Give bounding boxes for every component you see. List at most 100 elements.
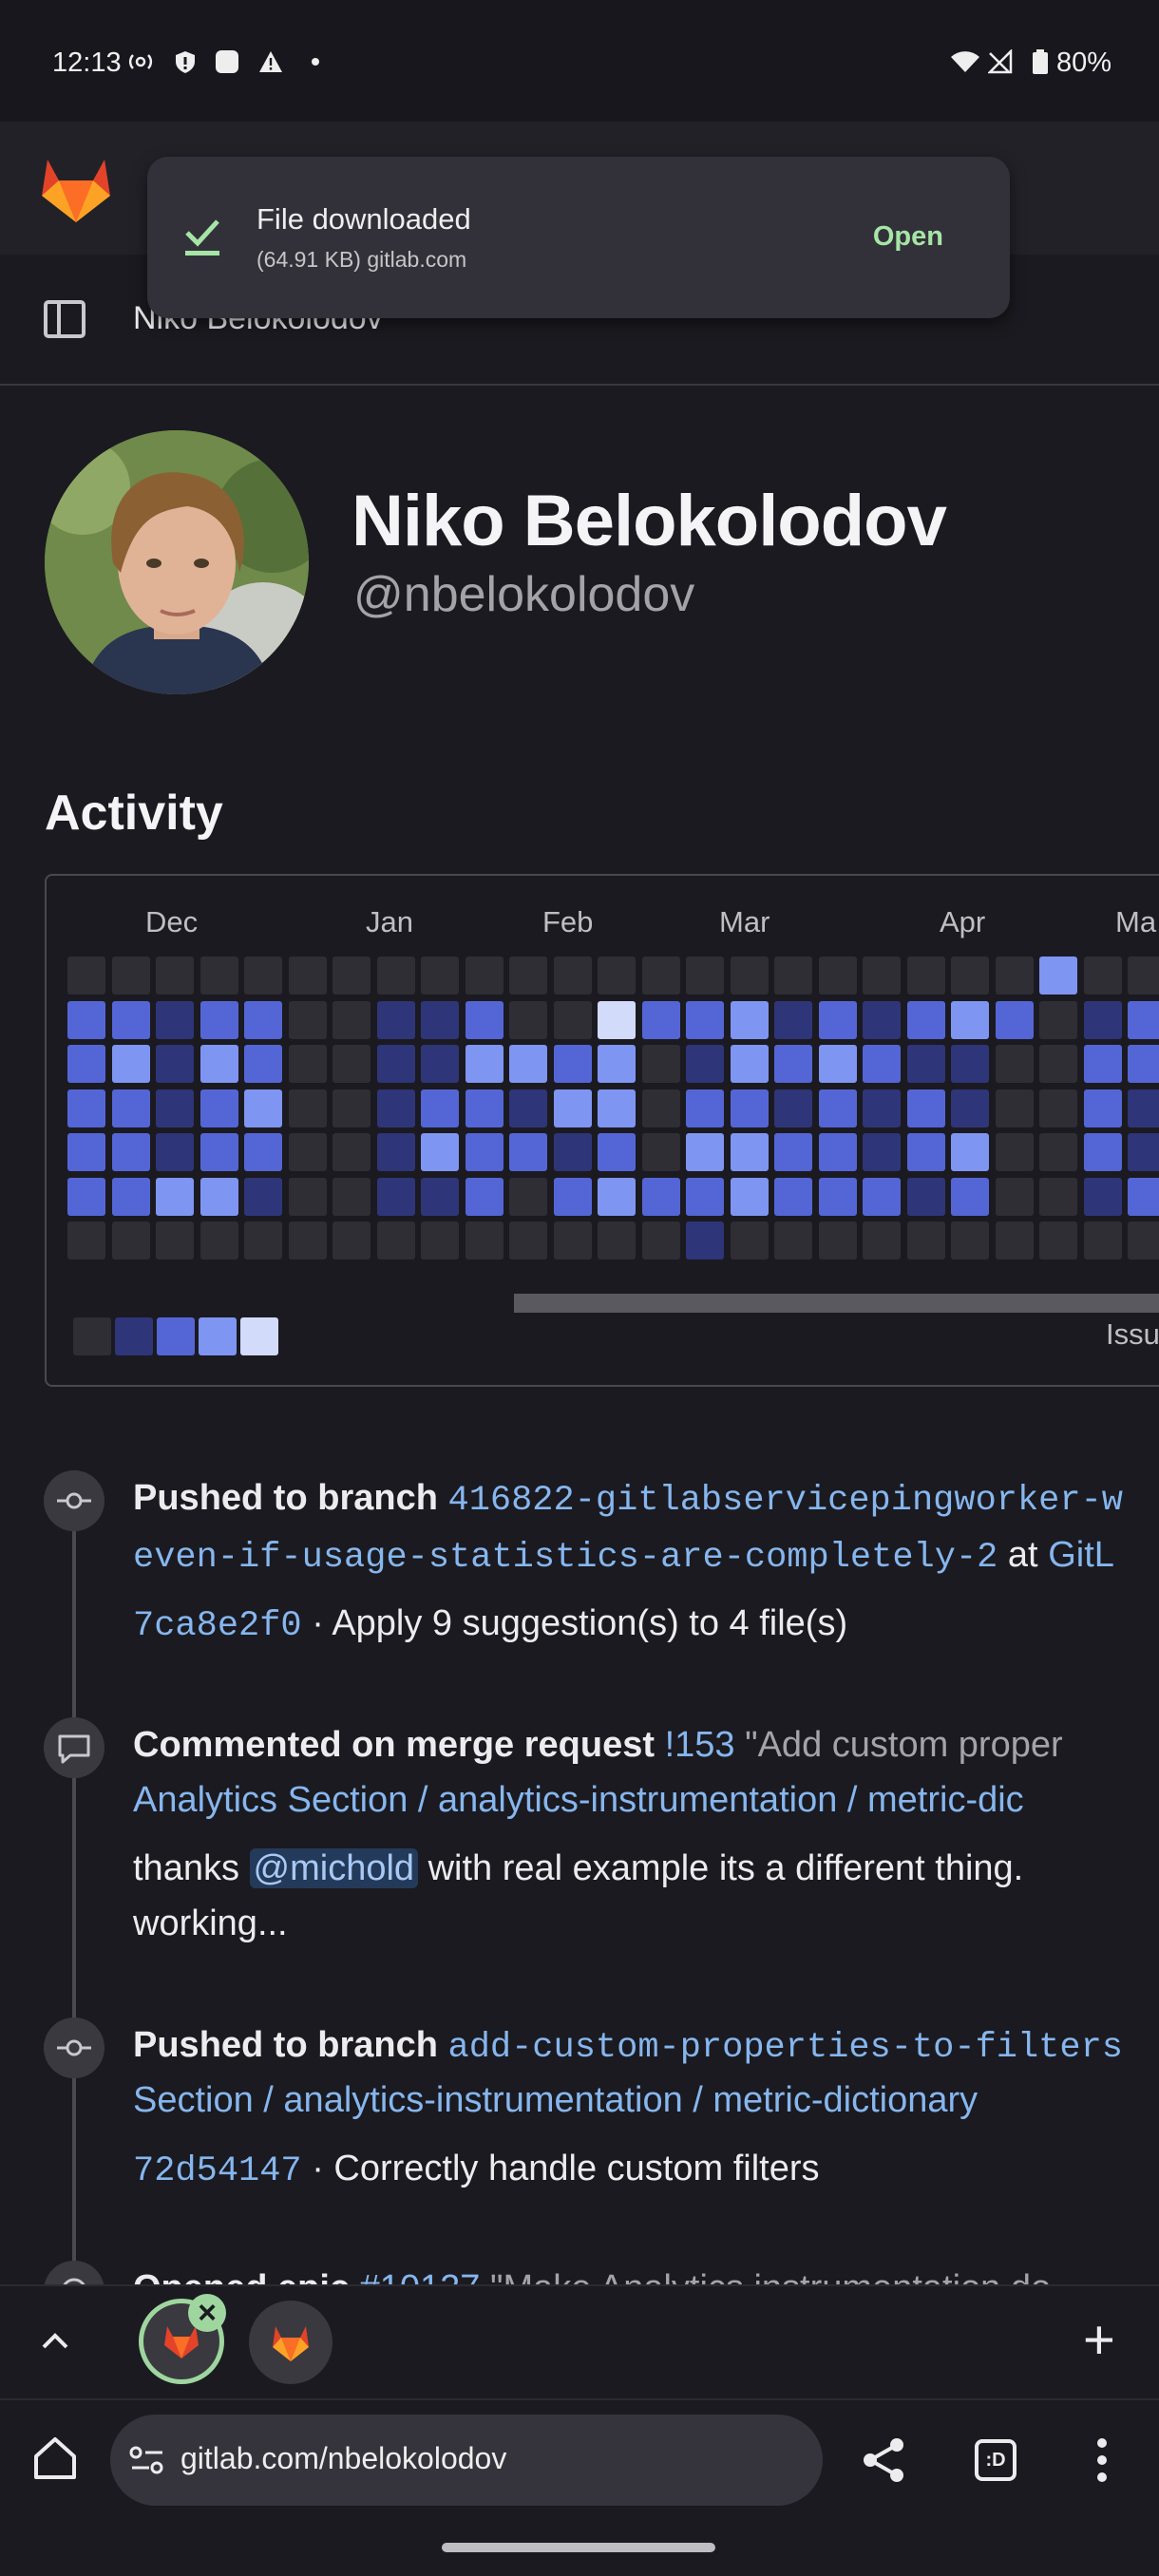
calendar-day-cell[interactable] bbox=[995, 957, 1034, 994]
calendar-day-cell[interactable] bbox=[1039, 1177, 1077, 1216]
calendar-day-cell[interactable] bbox=[1128, 1045, 1159, 1083]
calendar-day-cell[interactable] bbox=[332, 1045, 370, 1083]
calendar-day-cell[interactable] bbox=[818, 1177, 857, 1216]
calendar-day-cell[interactable] bbox=[156, 1045, 194, 1083]
calendar-day-cell[interactable] bbox=[995, 1177, 1034, 1216]
calendar-day-cell[interactable] bbox=[111, 1045, 150, 1083]
calendar-day-cell[interactable] bbox=[906, 1222, 945, 1260]
calendar-day-cell[interactable] bbox=[332, 1177, 370, 1216]
calendar-day-cell[interactable] bbox=[156, 1222, 194, 1260]
user-mention[interactable]: @michold bbox=[249, 1848, 419, 1888]
calendar-day-cell[interactable] bbox=[67, 1000, 105, 1039]
calendar-day-cell[interactable] bbox=[774, 1045, 812, 1083]
calendar-day-cell[interactable] bbox=[288, 1000, 327, 1039]
calendar-day-cell[interactable] bbox=[1039, 957, 1077, 994]
calendar-day-cell[interactable] bbox=[465, 1089, 504, 1127]
calendar-day-cell[interactable] bbox=[376, 1000, 415, 1039]
calendar-day-cell[interactable] bbox=[641, 1000, 680, 1039]
calendar-day-cell[interactable] bbox=[421, 1089, 459, 1127]
calendar-day-cell[interactable] bbox=[598, 1177, 636, 1216]
calendar-day-cell[interactable] bbox=[200, 1000, 238, 1039]
calendar-day-cell[interactable] bbox=[421, 1045, 459, 1083]
calendar-day-cell[interactable] bbox=[951, 1000, 989, 1039]
calendar-day-cell[interactable] bbox=[1128, 1177, 1159, 1216]
calendar-day-cell[interactable] bbox=[1128, 1000, 1159, 1039]
calendar-scrollbar[interactable] bbox=[514, 1294, 1159, 1313]
site-settings-icon[interactable] bbox=[128, 2443, 166, 2477]
calendar-day-cell[interactable] bbox=[1083, 957, 1122, 994]
calendar-day-cell[interactable] bbox=[509, 957, 547, 994]
calendar-day-cell[interactable] bbox=[995, 1222, 1034, 1260]
calendar-day-cell[interactable] bbox=[1083, 1089, 1122, 1127]
calendar-day-cell[interactable] bbox=[421, 957, 459, 994]
tab-close-icon[interactable]: × bbox=[188, 2294, 226, 2332]
calendar-day-cell[interactable] bbox=[863, 957, 901, 994]
calendar-day-cell[interactable] bbox=[1083, 1045, 1122, 1083]
calendar-day-cell[interactable] bbox=[67, 1089, 105, 1127]
calendar-day-cell[interactable] bbox=[818, 1045, 857, 1083]
project-link[interactable]: GitL bbox=[1048, 1535, 1114, 1575]
calendar-day-cell[interactable] bbox=[641, 1222, 680, 1260]
calendar-day-cell[interactable] bbox=[244, 1222, 282, 1260]
calendar-day-cell[interactable] bbox=[641, 1045, 680, 1083]
calendar-day-cell[interactable] bbox=[1083, 1000, 1122, 1039]
calendar-day-cell[interactable] bbox=[509, 1089, 547, 1127]
calendar-day-cell[interactable] bbox=[730, 1000, 769, 1039]
calendar-day-cell[interactable] bbox=[200, 1089, 238, 1127]
calendar-day-cell[interactable] bbox=[863, 1000, 901, 1039]
calendar-day-cell[interactable] bbox=[332, 1000, 370, 1039]
calendar-day-cell[interactable] bbox=[67, 957, 105, 994]
calendar-day-cell[interactable] bbox=[1039, 1089, 1077, 1127]
calendar-day-cell[interactable] bbox=[200, 1177, 238, 1216]
calendar-day-cell[interactable] bbox=[509, 1000, 547, 1039]
calendar-day-cell[interactable] bbox=[421, 1000, 459, 1039]
calendar-day-cell[interactable] bbox=[1083, 1222, 1122, 1260]
calendar-day-cell[interactable] bbox=[376, 957, 415, 994]
mr-link[interactable]: !153 bbox=[665, 1725, 735, 1765]
calendar-day-cell[interactable] bbox=[818, 1000, 857, 1039]
sidebar-toggle-icon[interactable] bbox=[44, 300, 86, 338]
calendar-day-cell[interactable] bbox=[598, 1133, 636, 1171]
calendar-day-cell[interactable] bbox=[686, 957, 724, 994]
calendar-day-cell[interactable] bbox=[818, 1133, 857, 1171]
calendar-day-cell[interactable] bbox=[332, 1133, 370, 1171]
calendar-day-cell[interactable] bbox=[774, 1177, 812, 1216]
calendar-day-cell[interactable] bbox=[421, 1133, 459, 1171]
calendar-day-cell[interactable] bbox=[730, 1177, 769, 1216]
calendar-day-cell[interactable] bbox=[641, 1133, 680, 1171]
calendar-day-cell[interactable] bbox=[1039, 1000, 1077, 1039]
calendar-day-cell[interactable] bbox=[465, 1045, 504, 1083]
calendar-day-cell[interactable] bbox=[863, 1222, 901, 1260]
calendar-day-cell[interactable] bbox=[730, 1222, 769, 1260]
calendar-day-cell[interactable] bbox=[509, 1045, 547, 1083]
home-icon[interactable] bbox=[28, 2432, 82, 2485]
calendar-day-cell[interactable] bbox=[686, 1133, 724, 1171]
calendar-day-cell[interactable] bbox=[863, 1177, 901, 1216]
calendar-day-cell[interactable] bbox=[995, 1089, 1034, 1127]
calendar-day-cell[interactable] bbox=[686, 1000, 724, 1039]
branch-link[interactable]: 416822-gitlabservicepingworker-w bbox=[447, 1481, 1123, 1521]
calendar-day-cell[interactable] bbox=[465, 1222, 504, 1260]
calendar-day-cell[interactable] bbox=[332, 957, 370, 994]
calendar-day-cell[interactable] bbox=[598, 1222, 636, 1260]
project-link[interactable]: Analytics Section / analytics-instrument… bbox=[133, 1780, 1024, 1820]
calendar-day-cell[interactable] bbox=[1128, 1133, 1159, 1171]
calendar-day-cell[interactable] bbox=[686, 1177, 724, 1216]
calendar-day-cell[interactable] bbox=[421, 1177, 459, 1216]
calendar-day-cell[interactable] bbox=[995, 1000, 1034, 1039]
calendar-day-cell[interactable] bbox=[906, 1045, 945, 1083]
calendar-day-cell[interactable] bbox=[598, 957, 636, 994]
calendar-day-cell[interactable] bbox=[1083, 1133, 1122, 1171]
calendar-day-cell[interactable] bbox=[906, 1177, 945, 1216]
tab-item[interactable] bbox=[249, 2301, 332, 2384]
calendar-day-cell[interactable] bbox=[67, 1133, 105, 1171]
calendar-day-cell[interactable] bbox=[553, 1177, 592, 1216]
calendar-day-cell[interactable] bbox=[553, 1000, 592, 1039]
calendar-day-cell[interactable] bbox=[288, 1045, 327, 1083]
calendar-day-cell[interactable] bbox=[553, 1045, 592, 1083]
gitlab-logo-icon[interactable] bbox=[38, 152, 114, 224]
calendar-day-cell[interactable] bbox=[244, 1045, 282, 1083]
calendar-day-cell[interactable] bbox=[1083, 1177, 1122, 1216]
avatar[interactable] bbox=[45, 430, 309, 694]
calendar-day-cell[interactable] bbox=[863, 1133, 901, 1171]
